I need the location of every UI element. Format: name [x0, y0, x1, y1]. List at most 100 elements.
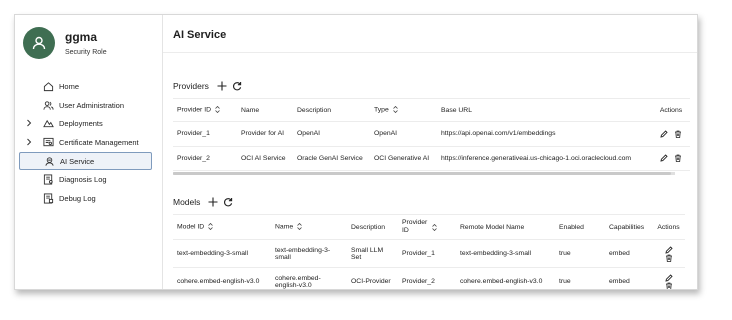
column-header-capabilities: Capabilities — [605, 214, 652, 240]
models-table: Model ID Name Description Provider ID Re… — [173, 214, 685, 290]
cell-provider-id: Provider_1 — [173, 121, 237, 147]
column-header-actions: Actions — [652, 98, 690, 122]
cell-description: Oracle GenAI Service — [293, 146, 370, 171]
cell-actions — [652, 267, 685, 290]
app-window: ggma Security Role Home User Administrat… — [14, 14, 698, 290]
sidebar-item-label: Debug Log — [59, 193, 96, 203]
column-header-provider-id[interactable]: Provider ID — [173, 98, 237, 122]
user-card: ggma Security Role — [15, 25, 162, 61]
sidebar-item-deployments[interactable]: Deployments — [19, 114, 152, 133]
cell-enabled: true — [555, 239, 605, 268]
sidebar-item-diagnosis-log[interactable]: Diagnosis Log — [19, 170, 152, 189]
sidebar: ggma Security Role Home User Administrat… — [15, 15, 163, 289]
chevron-right-icon[interactable] — [25, 138, 33, 146]
edit-icon[interactable] — [664, 245, 673, 254]
column-header-enabled: Enabled — [555, 214, 605, 240]
cell-base-url: https://inference.generativeai.us-chicag… — [437, 146, 652, 171]
cell-actions — [652, 121, 690, 147]
cell-remote-model-name: cohere.embed-english-v3.0 — [456, 267, 555, 289]
certificate-icon — [43, 137, 54, 147]
add-model-button[interactable] — [207, 196, 219, 208]
cell-name: text-embedding-3-small — [271, 239, 347, 268]
edit-icon[interactable] — [660, 154, 668, 162]
plus-icon — [217, 81, 227, 91]
refresh-providers-button[interactable] — [231, 80, 243, 92]
cell-actions — [652, 239, 685, 268]
sort-icon[interactable] — [208, 223, 213, 231]
cell-provider-id: Provider_1 — [398, 239, 456, 268]
cell-enabled: true — [555, 267, 605, 289]
cell-type: OpenAI — [370, 121, 437, 147]
column-header-type[interactable]: Type — [370, 98, 437, 122]
cell-capabilities: embed — [605, 267, 652, 289]
sidebar-item-label: Diagnosis Log — [59, 175, 107, 185]
sort-icon[interactable] — [392, 106, 398, 114]
cell-actions — [652, 146, 690, 171]
refresh-icon — [224, 198, 233, 207]
providers-table: Provider ID Name Description Type Base U… — [173, 98, 690, 171]
plus-icon — [208, 197, 218, 207]
column-header-actions: Actions — [652, 214, 685, 240]
models-label: Models — [173, 197, 201, 207]
cell-capabilities: embed — [605, 239, 652, 268]
add-provider-button[interactable] — [216, 80, 228, 92]
table-row: Provider_1 Provider for AI OpenAI OpenAI… — [173, 121, 690, 147]
delete-icon[interactable] — [674, 154, 682, 163]
sidebar-item-user-administration[interactable]: User Administration — [19, 96, 152, 115]
column-header-name[interactable]: Name — [271, 214, 347, 240]
cell-description: Small LLM Set — [347, 239, 398, 268]
debug-log-icon — [43, 193, 54, 204]
delete-icon[interactable] — [665, 282, 673, 290]
cell-provider-id: Provider_2 — [398, 267, 456, 289]
sidebar-item-label: Home — [59, 81, 80, 91]
main-content: AI Service Providers Provider ID Name De… — [163, 15, 697, 289]
user-name: ggma — [65, 30, 98, 44]
cell-description: OCI-Provider — [347, 267, 398, 289]
title-divider — [163, 52, 697, 53]
sidebar-item-debug-log[interactable]: Debug Log — [19, 189, 152, 208]
home-icon — [43, 82, 54, 91]
edit-icon[interactable] — [664, 273, 673, 282]
delete-icon[interactable] — [665, 254, 673, 262]
refresh-models-button[interactable] — [222, 196, 234, 208]
diagnosis-log-icon — [43, 174, 53, 185]
user-avatar-icon — [23, 27, 55, 59]
cell-model-id: text-embedding-3-small — [173, 239, 271, 268]
cell-name: OCI AI Service — [237, 146, 293, 171]
cell-base-url: https://api.openai.com/v1/embeddings — [437, 121, 652, 147]
refresh-icon — [232, 82, 242, 91]
sidebar-item-label: User Administration — [59, 100, 125, 110]
cell-remote-model-name: text-embedding-3-small — [456, 239, 555, 268]
providers-header: Providers — [173, 79, 697, 93]
sidebar-item-ai-service[interactable]: AI Service — [19, 151, 152, 171]
table-row: cohere.embed-english-v3.0 cohere.embed-e… — [173, 267, 685, 290]
sidebar-item-certificate-management[interactable]: Certificate Management — [19, 133, 152, 152]
cell-provider-id: Provider_2 — [173, 146, 237, 171]
sidebar-item-label: Deployments — [59, 119, 103, 129]
column-header-remote-model-name: Remote Model Name — [456, 214, 555, 240]
cell-name: cohere.embed-english-v3.0 — [271, 267, 347, 289]
column-header-description: Description — [293, 98, 370, 122]
column-header-model-id[interactable]: Model ID — [173, 214, 271, 240]
users-icon — [43, 100, 54, 110]
providers-label: Providers — [173, 81, 209, 91]
sidebar-item-home[interactable]: Home — [19, 77, 152, 96]
sort-icon[interactable] — [297, 223, 302, 231]
edit-icon[interactable] — [660, 130, 668, 138]
table-header-row: Model ID Name Description Provider ID Re… — [173, 214, 685, 240]
column-header-provider-id[interactable]: Provider ID — [398, 214, 456, 240]
chevron-right-icon[interactable] — [25, 119, 33, 127]
deployments-icon — [43, 120, 54, 128]
delete-icon[interactable] — [674, 130, 682, 138]
page-title: AI Service — [173, 29, 227, 41]
table-row: Provider_2 OCI AI Service Oracle GenAI S… — [173, 146, 690, 171]
user-role: Security Role — [65, 49, 107, 56]
column-header-name: Name — [237, 98, 293, 122]
cell-type: OCI Generative AI — [370, 146, 437, 171]
ai-service-icon — [45, 156, 54, 166]
table-row: text-embedding-3-small text-embedding-3-… — [173, 239, 685, 268]
models-header: Models — [173, 195, 697, 209]
sort-icon[interactable] — [215, 106, 220, 114]
sort-icon[interactable] — [432, 223, 437, 231]
providers-horizontal-scrollbar[interactable] — [173, 172, 675, 175]
